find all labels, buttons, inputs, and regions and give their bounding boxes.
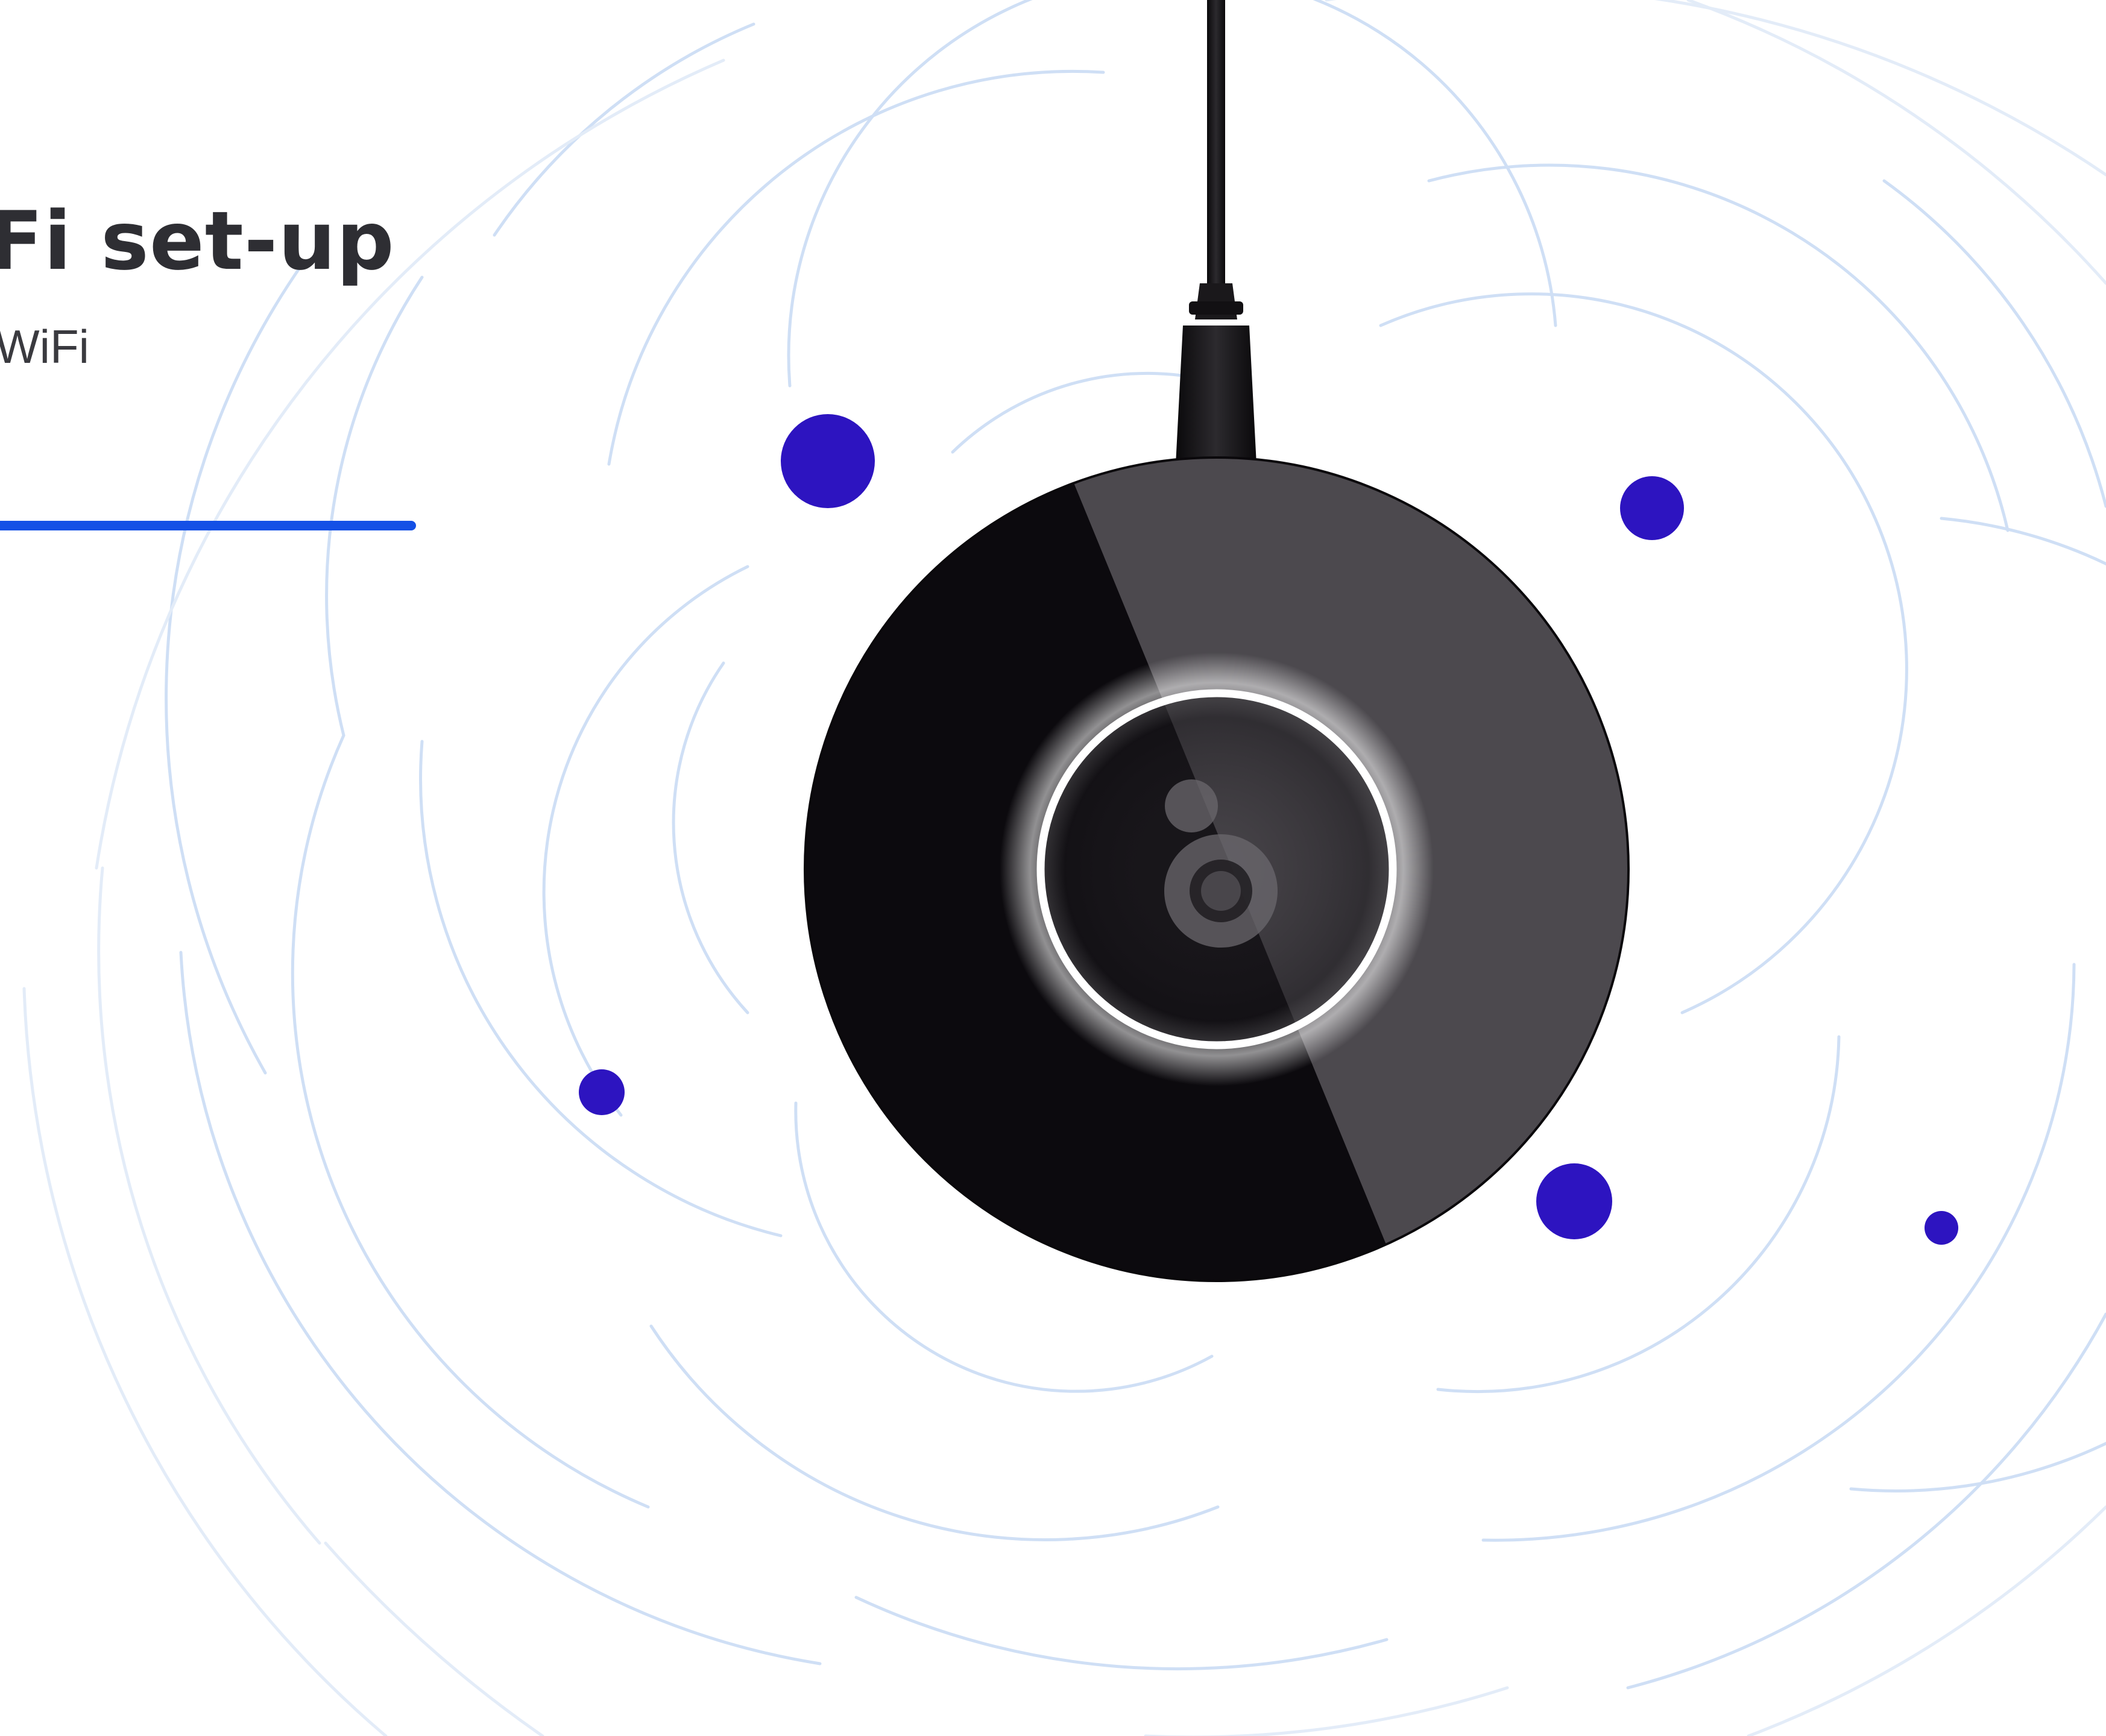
page-title: Fi set-up (0, 194, 395, 288)
setup-progress-bar (0, 521, 416, 530)
power-cable (1207, 0, 1225, 289)
cable-connector (1176, 326, 1256, 464)
wifi-setup-screen: Fi set-up WiFi (0, 0, 2106, 1736)
setup-progress-fill (0, 521, 416, 530)
page-subtitle: WiFi (0, 320, 89, 373)
